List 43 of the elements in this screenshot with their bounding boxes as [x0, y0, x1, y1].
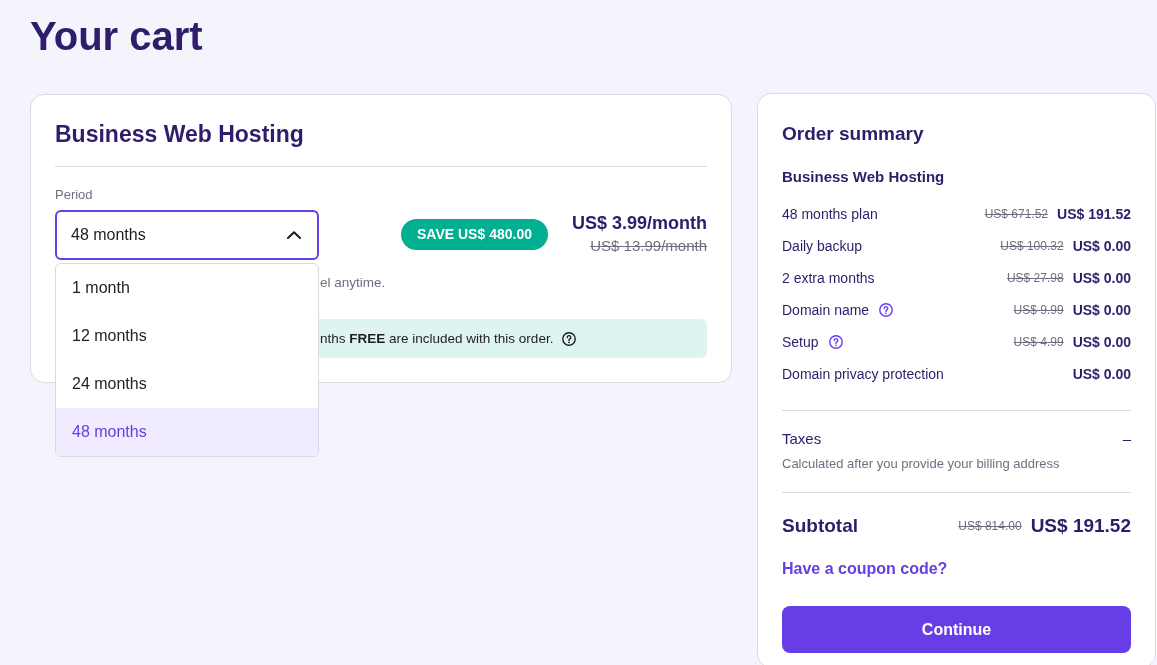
- coupon-link[interactable]: Have a coupon code?: [782, 558, 948, 580]
- line-item-price: US$ 0.00: [1072, 302, 1131, 318]
- help-icon[interactable]: [879, 303, 894, 317]
- dropdown-option[interactable]: 1 month: [56, 264, 318, 312]
- taxes-label: Taxes: [782, 429, 822, 449]
- note-text: el anytime.: [320, 275, 386, 291]
- product-title: Business Web Hosting: [55, 120, 304, 149]
- taxes-note: Calculated after you provide your billing address: [782, 455, 1060, 473]
- line-item-label: Domain privacy protection: [782, 366, 944, 382]
- line-item-label: 2 extra months: [782, 270, 875, 286]
- taxes-value: –: [1122, 429, 1131, 449]
- line-item-label: Domain name: [782, 302, 870, 318]
- monthly-price: US$ 3.99/month: [571, 212, 707, 234]
- line-item-price: US$ 0.00: [1072, 366, 1131, 382]
- line-item-price: US$ 0.00: [1072, 238, 1131, 254]
- line-item-label: Daily backup: [782, 238, 863, 254]
- line-item-label: Setup: [782, 334, 819, 350]
- help-icon[interactable]: [562, 331, 577, 346]
- line-item-price: US$ 191.52: [1057, 206, 1131, 222]
- dropdown-option[interactable]: 12 months: [56, 312, 318, 360]
- original-price: US$ 27.98: [1006, 271, 1064, 285]
- help-icon[interactable]: [828, 335, 843, 349]
- period-select[interactable]: 48 months: [55, 210, 319, 260]
- subtotal-label: Subtotal: [782, 515, 858, 537]
- original-price: US$ 671.52: [984, 207, 1049, 221]
- original-price: US$ 100.32: [1000, 239, 1064, 253]
- old-monthly-price: US$ 13.99/month: [590, 236, 707, 256]
- original-price: US$ 9.99: [1013, 303, 1064, 317]
- continue-button[interactable]: Continue: [782, 606, 1131, 653]
- banner-text: nths FREE are included with this order.: [320, 331, 554, 346]
- dropdown-option[interactable]: 24 months: [56, 360, 318, 408]
- line-item-label: 48 months plan: [782, 206, 878, 222]
- dropdown-option[interactable]: 48 months: [56, 408, 318, 456]
- summary-title: Order summary: [782, 122, 924, 146]
- original-subtotal: US$ 814.00: [958, 519, 1022, 533]
- line-item-price: US$ 0.00: [1072, 270, 1131, 286]
- subtotal-price: US$ 191.52: [1030, 515, 1131, 537]
- line-item-price: US$ 0.00: [1072, 334, 1131, 350]
- save-badge: SAVE US$ 480.00: [401, 219, 548, 250]
- page-title: Your cart: [30, 13, 203, 59]
- original-price: US$ 4.99: [1013, 335, 1064, 349]
- period-label: Period: [55, 187, 93, 203]
- summary-product-name: Business Web Hosting: [782, 167, 945, 187]
